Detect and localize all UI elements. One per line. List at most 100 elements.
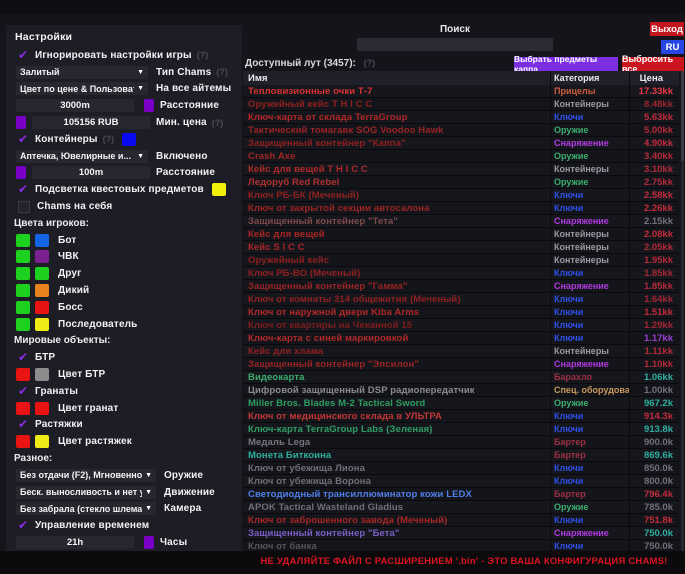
tripwires-checkbox[interactable]: ✔ bbox=[18, 418, 29, 431]
min-price-color-swatch[interactable] bbox=[16, 116, 26, 129]
drop-all-button[interactable]: Выбросить все bbox=[622, 57, 684, 71]
help-icon[interactable]: (?) bbox=[197, 50, 209, 60]
table-row[interactable]: Ледоруб Red RebelОружие2.75kk bbox=[243, 176, 679, 189]
table-row[interactable]: Ключ от закрытой секции автосалонаКлючи2… bbox=[243, 202, 679, 215]
item-category: Оружие bbox=[550, 397, 629, 409]
table-row[interactable]: Ключ-карта от склада TerraGroupКлючи5.63… bbox=[243, 111, 679, 124]
containers-distance-color-swatch[interactable] bbox=[16, 166, 26, 179]
scrollbar[interactable] bbox=[681, 71, 684, 551]
table-row[interactable]: APOK Tactical Wasteland GladiusОружие785… bbox=[243, 501, 679, 514]
table-row[interactable]: Ключ от медицинского склада в УЛЬТРАКлюч… bbox=[243, 410, 679, 423]
follower-color-swatch-1[interactable] bbox=[16, 318, 30, 331]
boss-color-swatch-1[interactable] bbox=[16, 301, 30, 314]
grenade-color-swatch-1[interactable] bbox=[16, 402, 30, 415]
table-row[interactable]: Ключ от убежища ЛионаКлючи850.0k bbox=[243, 462, 679, 475]
item-name: Монета Биткоина bbox=[243, 450, 550, 461]
table-row[interactable]: Crash AxeОружие3.40kk bbox=[243, 150, 679, 163]
btr-color-swatch-1[interactable] bbox=[16, 368, 30, 381]
grenade-color-swatch-2[interactable] bbox=[35, 402, 49, 415]
table-row[interactable]: Защищенный контейнер "Гамма"Снаряжение1.… bbox=[243, 280, 679, 293]
table-row[interactable]: Ключ от квартиры на Чеканной 15Ключи1.29… bbox=[243, 319, 679, 332]
scav-color-row: Дикий bbox=[6, 282, 242, 299]
hours-input[interactable]: 21h bbox=[16, 536, 134, 549]
friend-color-swatch-1[interactable] bbox=[16, 267, 30, 280]
help-icon[interactable]: (?) bbox=[212, 118, 224, 128]
column-header-category[interactable]: Категория bbox=[550, 71, 629, 85]
containers-color-swatch[interactable] bbox=[122, 133, 136, 146]
chams-self-checkbox[interactable] bbox=[18, 201, 30, 213]
table-row[interactable]: Оружейный кейсКонтейнеры1.95kk bbox=[243, 254, 679, 267]
table-row[interactable]: Медаль LegaБартер900.0k bbox=[243, 436, 679, 449]
weapon-misc-select[interactable]: Без отдачи (F2), Мгновенное п▼ bbox=[16, 469, 156, 482]
help-icon[interactable]: (?) bbox=[216, 67, 228, 77]
search-input[interactable] bbox=[357, 38, 553, 51]
table-row[interactable]: Защищенный контейнер "Каппа"Снаряжение4.… bbox=[243, 137, 679, 150]
item-category: Ключи bbox=[550, 410, 629, 422]
tripwire-color-swatch-2[interactable] bbox=[35, 435, 49, 448]
table-row[interactable]: Защищенный контейнер "Эпсилон"Снаряжение… bbox=[243, 358, 679, 371]
table-row[interactable]: Ключ от заброшенного завода (Меченый)Клю… bbox=[243, 514, 679, 527]
min-price-input[interactable]: 105156 RUB bbox=[32, 116, 150, 129]
help-icon[interactable]: (?) bbox=[103, 134, 115, 144]
table-row[interactable]: Ключ от наружной двери Kiba ArmsКлючи1.5… bbox=[243, 306, 679, 319]
table-row[interactable]: Ключ-карта TerraGroup Labs (Зеленая)Ключ… bbox=[243, 423, 679, 436]
quest-highlight-checkbox[interactable]: ✔ bbox=[18, 183, 29, 196]
hours-color-swatch[interactable] bbox=[144, 536, 154, 549]
language-button[interactable]: RU bbox=[661, 40, 684, 54]
containers-row: ✔Контейнеры(?) bbox=[6, 131, 242, 148]
table-row[interactable]: ВидеокартаБарахло1.06kk bbox=[243, 371, 679, 384]
column-header-price[interactable]: Цена bbox=[629, 71, 679, 85]
follower-color-swatch-2[interactable] bbox=[35, 318, 49, 331]
column-header-name[interactable]: Имя bbox=[243, 73, 550, 84]
pmc-color-swatch-1[interactable] bbox=[16, 250, 30, 263]
quest-highlight-color-swatch[interactable] bbox=[212, 183, 226, 196]
camera-misc-select[interactable]: Без забрала (стекло шлема)▼ bbox=[16, 502, 156, 515]
distance-input[interactable]: 3000m bbox=[16, 99, 134, 112]
item-category: Снаряжение bbox=[550, 215, 629, 227]
table-row[interactable]: Тепловизионные очки Т-7Прицелы17.33kk bbox=[243, 85, 679, 98]
pmc-color-swatch-2[interactable] bbox=[35, 250, 49, 263]
table-row[interactable]: Монета БиткоинаБартер869.6k bbox=[243, 449, 679, 462]
containers-distance-input[interactable]: 100m bbox=[32, 166, 150, 179]
chams-type-select[interactable]: Залитый▼ bbox=[16, 66, 148, 79]
table-row[interactable]: Защищенный контейнер "Тета"Снаряжение2.1… bbox=[243, 215, 679, 228]
all-items-mode-select[interactable]: Цвет по цене & Пользователь▼ bbox=[16, 82, 148, 95]
table-row[interactable]: Ключ от убежища ВоронаКлючи800.0k bbox=[243, 475, 679, 488]
table-row[interactable]: Кейс для вещейКонтейнеры2.08kk bbox=[243, 228, 679, 241]
table-row[interactable]: Ключ от комнаты 314 общежития (Меченый)К… bbox=[243, 293, 679, 306]
scav-color-swatch-1[interactable] bbox=[16, 284, 30, 297]
table-row[interactable]: Светодиодный трансиллюминатор кожи LEDXБ… bbox=[243, 488, 679, 501]
containers-filter-select[interactable]: Аптечка, Ювелирные и...▼ bbox=[16, 150, 148, 163]
table-row[interactable]: Ключ РБ-БК (Меченый)Ключи2.58kk bbox=[243, 189, 679, 202]
grenades-checkbox[interactable]: ✔ bbox=[18, 385, 29, 398]
scrollbar-thumb[interactable] bbox=[681, 71, 684, 161]
tripwire-color-swatch-1[interactable] bbox=[16, 435, 30, 448]
exit-button[interactable]: Выход bbox=[650, 22, 684, 36]
bot-color-swatch-2[interactable] bbox=[35, 234, 49, 247]
table-row[interactable]: Цифровой защищенный DSP радиопередатчикС… bbox=[243, 384, 679, 397]
table-row[interactable]: Ключ от банкаКлючи750.0k bbox=[243, 540, 679, 551]
btr-checkbox[interactable]: ✔ bbox=[18, 351, 29, 364]
table-row[interactable]: Кейс для вещей T H I C CКонтейнеры3.10kk bbox=[243, 163, 679, 176]
table-row[interactable]: Оружейный кейс T H I C CКонтейнеры8.48kk bbox=[243, 98, 679, 111]
containers-checkbox[interactable]: ✔ bbox=[18, 133, 29, 146]
time-control-checkbox[interactable]: ✔ bbox=[18, 519, 29, 532]
item-category: Контейнеры bbox=[550, 163, 629, 175]
help-icon[interactable]: (?) bbox=[364, 58, 376, 68]
table-row[interactable]: Miller Bros. Blades M-2 Tactical SwordОр… bbox=[243, 397, 679, 410]
bot-color-swatch-1[interactable] bbox=[16, 234, 30, 247]
boss-color-swatch-2[interactable] bbox=[35, 301, 49, 314]
table-row[interactable]: Ключ РБ-ВО (Меченый)Ключи1.85kk bbox=[243, 267, 679, 280]
distance-color-swatch[interactable] bbox=[144, 99, 154, 112]
table-row[interactable]: Кейс для хламаКонтейнеры1.11kk bbox=[243, 345, 679, 358]
btr-color-swatch-2[interactable] bbox=[35, 368, 49, 381]
select-kappa-items-button[interactable]: Выбрать предметы каппа bbox=[514, 57, 618, 71]
table-row[interactable]: Кейс S I C CКонтейнеры2.05kk bbox=[243, 241, 679, 254]
ignore-game-settings-checkbox[interactable]: ✔ bbox=[18, 49, 29, 62]
movement-misc-select[interactable]: Беск. выносливость и нет уста▼ bbox=[16, 486, 156, 499]
scav-color-swatch-2[interactable] bbox=[35, 284, 49, 297]
table-row[interactable]: Защищенный контейнер "Бета"Снаряжение750… bbox=[243, 527, 679, 540]
table-row[interactable]: Ключ-карта с синей маркировкойКлючи1.17k… bbox=[243, 332, 679, 345]
friend-color-swatch-2[interactable] bbox=[35, 267, 49, 280]
table-row[interactable]: Тактический томагавк SOG Voodoo HawkОруж… bbox=[243, 124, 679, 137]
